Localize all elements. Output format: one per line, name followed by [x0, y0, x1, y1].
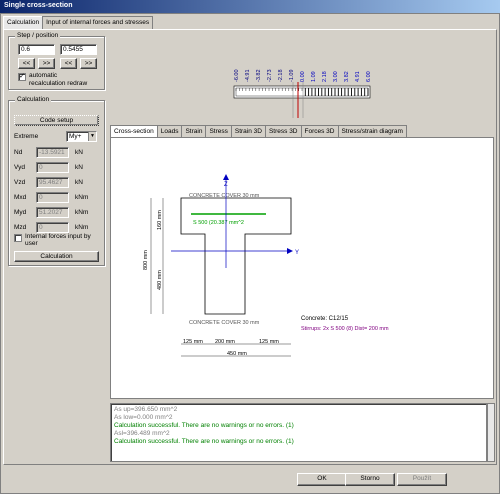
dim-web-label: 200 mm: [215, 339, 235, 345]
dim-total-h-label: 800 mm: [143, 250, 149, 270]
step-position-title: Step / position: [15, 32, 61, 39]
log-line: Calculation successful. There are no war…: [114, 438, 294, 445]
extreme-select[interactable]: My+ ▼: [66, 131, 97, 142]
subtab-forces-3d[interactable]: Forces 3D: [300, 125, 339, 137]
force-value-mzd: 0: [36, 222, 69, 233]
z-axis-label: Z: [224, 182, 228, 188]
force-unit-mxd: kNm: [75, 194, 89, 201]
diagram-value-label: -1.09: [289, 69, 295, 82]
y-axis-label: Y: [295, 250, 299, 256]
rebar-label: S 500 (20.387 mm^2: [193, 220, 244, 226]
subtab-stress[interactable]: Stress: [205, 125, 232, 137]
diagram-value-label: 2.18: [322, 71, 328, 82]
subtab-stress-strain-diagram[interactable]: Stress/strain diagram: [337, 125, 407, 137]
position-field[interactable]: 0.5455: [60, 44, 97, 55]
step-next-button[interactable]: >>: [38, 58, 55, 69]
stirrups-label: Stirrups: 2x S 500 (8) Dist= 200 mm: [301, 326, 389, 332]
diagram-value-label: 0.00: [300, 71, 306, 82]
z-axis-arrow: [223, 174, 229, 180]
diagram-value-label: 4.91: [355, 71, 361, 82]
subtab-strain[interactable]: Strain: [181, 125, 207, 137]
log-line: Calculation successful. There are no war…: [114, 422, 294, 429]
force-label-vyd: Vyd: [14, 164, 25, 171]
force-unit-mzd: kNm: [75, 224, 89, 231]
dim-left-label: 125 mm: [183, 339, 203, 345]
cross-section-canvas[interactable]: CONCRETE COVER 30 mm CONCRETE COVER 30 m…: [110, 137, 494, 399]
log-line: As up=396.650 mm^2: [114, 406, 178, 413]
force-unit-myd: kNm: [75, 209, 89, 216]
force-unit-vzd: kN: [75, 179, 83, 186]
strain-diagram-area: -6.00 -4.91 -3.82 -2.73 -2.18 -1.09 0.00 1.09 2.…: [110, 30, 494, 124]
apply-button[interactable]: Použít: [397, 473, 447, 486]
force-label-vzd: Vzd: [14, 179, 26, 186]
dim-web-h-label: 480 mm: [157, 270, 163, 290]
position-prev-button[interactable]: <<: [60, 58, 77, 69]
diagram-value-label: -4.91: [245, 69, 251, 82]
force-label-nd: Nd: [14, 149, 23, 156]
code-setup-button[interactable]: Code setup: [14, 115, 99, 126]
title-bar: Single cross-section: [0, 0, 500, 13]
subtab-loads[interactable]: Loads: [156, 125, 183, 137]
strain-diagram: -6.00 -4.91 -3.82 -2.73 -2.18 -1.09 0.00 1.09 2.…: [233, 69, 372, 118]
subtab-stress-3d[interactable]: Stress 3D: [264, 125, 302, 137]
diagram-value-label: 3.00: [333, 71, 339, 82]
calculation-button[interactable]: Calculation: [14, 251, 99, 262]
force-label-mxd: Mxd: [14, 194, 27, 201]
log-line: Asl=396.489 mm^2: [114, 430, 170, 437]
diagram-value-label: 3.82: [344, 71, 350, 82]
force-value-vyd: 0: [36, 162, 69, 173]
cover-top-label: CONCRETE COVER 30 mm: [189, 193, 260, 199]
t-section-outline: [180, 197, 292, 315]
auto-recalc-label-2: recalculation redraw: [29, 80, 88, 87]
log-line: As low=0.000 mm^2: [114, 414, 173, 421]
force-unit-vyd: kN: [75, 164, 83, 171]
calculation-log[interactable]: As up=396.650 mm^2 As low=0.000 mm^2 Cal…: [110, 403, 487, 462]
internal-forces-label-1: Internal forces input by: [25, 233, 91, 240]
force-label-mzd: Mzd: [14, 224, 27, 231]
tab-calculation[interactable]: Calculation: [3, 16, 44, 30]
chevron-down-icon: ▼: [88, 132, 96, 141]
diagram-value-label: 1.09: [311, 71, 317, 82]
diagram-labels: -6.00 -4.91 -3.82 -2.73 -2.18 -1.09 0.00 1.09 2.…: [234, 69, 372, 82]
diagram-value-label: -2.18: [278, 69, 284, 82]
calculation-title: Calculation: [15, 96, 52, 103]
force-unit-nd: kN: [75, 149, 83, 156]
subtab-strain-3d[interactable]: Strain 3D: [230, 125, 266, 137]
y-axis-arrow: [287, 248, 293, 254]
dim-flange-h-label: 160 mm: [157, 210, 163, 230]
tab-input-internal-forces[interactable]: Input of internal forces and stresses: [42, 16, 154, 29]
log-scrollbar[interactable]: [487, 403, 495, 462]
ok-button[interactable]: OK: [297, 473, 347, 486]
diagram-value-label: -2.73: [267, 69, 273, 82]
storno-button[interactable]: Storno: [345, 473, 395, 486]
diagram-value-label: -6.00: [234, 69, 240, 82]
diagram-value-label: 6.00: [366, 71, 372, 82]
force-value-mxd: 0: [36, 192, 69, 203]
internal-forces-checkbox[interactable]: [14, 234, 22, 242]
extreme-value: My+: [69, 133, 82, 140]
cross-section-drawing: CONCRETE COVER 30 mm CONCRETE COVER 30 m…: [143, 174, 389, 357]
concrete-label: Concrete: C12/15: [301, 316, 349, 322]
dim-total-w-label: 450 mm: [227, 351, 247, 357]
diagram-value-label: -3.82: [256, 69, 262, 82]
main-tabs: Calculation Input of internal forces and…: [3, 16, 154, 30]
step-prev-button[interactable]: <<: [18, 58, 35, 69]
auto-recalc-checkbox[interactable]: ✓: [18, 73, 26, 81]
internal-forces-label-2: user: [25, 240, 38, 247]
force-label-myd: Myd: [14, 209, 27, 216]
force-value-nd: -13.5921: [36, 147, 69, 158]
step-field[interactable]: 0.6: [18, 44, 55, 55]
auto-recalc-label-1: automatic: [29, 72, 58, 79]
window-title: Single cross-section: [4, 2, 73, 9]
extreme-label: Extreme: [14, 133, 39, 140]
cover-bottom-label: CONCRETE COVER 30 mm: [189, 320, 260, 326]
force-value-vzd: 95.4627: [36, 177, 69, 188]
dim-right-label: 125 mm: [259, 339, 279, 345]
position-next-button[interactable]: >>: [80, 58, 97, 69]
force-value-myd: 51.2027: [36, 207, 69, 218]
